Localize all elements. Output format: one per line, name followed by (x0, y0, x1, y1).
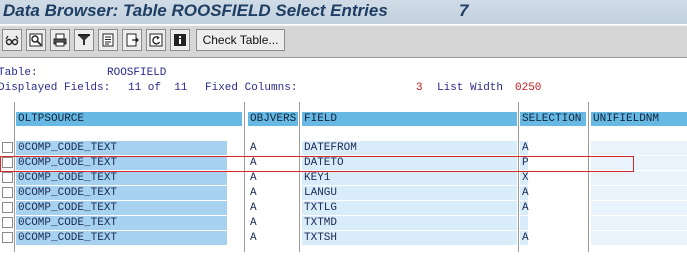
filter-button[interactable] (74, 29, 94, 51)
list-width-value: 0250 (515, 82, 542, 94)
info-icon (174, 34, 186, 46)
cell-oltpsource[interactable]: 0COMP_CODE_TEXT (16, 186, 227, 200)
row-highlight-box (0, 156, 634, 172)
cell-oltpsource[interactable]: 0COMP_CODE_TEXT (16, 231, 227, 245)
find-button[interactable] (26, 29, 46, 51)
cell-objvers[interactable]: A (248, 231, 298, 245)
cell-unifieldnm[interactable] (591, 171, 687, 185)
cell-field[interactable]: KEY1 (302, 171, 517, 185)
entry-count: 7 (459, 1, 469, 20)
displayed-fields-value: 11 of 11 (128, 82, 188, 94)
export-button[interactable] (122, 29, 142, 51)
cell-oltpsource[interactable]: 0COMP_CODE_TEXT (16, 201, 227, 215)
cell-unifieldnm[interactable] (591, 231, 687, 245)
cell-objvers[interactable]: A (248, 201, 298, 215)
display-details-button[interactable] (2, 29, 22, 51)
column-header-field[interactable]: FIELD (302, 112, 517, 126)
fixed-columns-label: Fixed Columns: (205, 82, 298, 94)
info-button[interactable] (170, 29, 190, 51)
cell-oltpsource[interactable]: 0COMP_CODE_TEXT (16, 171, 227, 185)
cell-selection[interactable]: A (520, 231, 529, 245)
cell-selection[interactable]: A (520, 141, 529, 155)
row-select-checkbox[interactable] (2, 202, 13, 213)
cell-unifieldnm[interactable] (591, 216, 687, 230)
column-header-selection[interactable]: SELECTION (520, 112, 586, 126)
cell-objvers[interactable]: A (248, 171, 298, 185)
print-button[interactable] (50, 29, 70, 51)
cell-unifieldnm[interactable] (591, 141, 687, 155)
cell-field[interactable]: DATEFROM (302, 141, 517, 155)
cell-oltpsource[interactable]: 0COMP_CODE_TEXT (16, 141, 227, 155)
export-icon (126, 33, 139, 47)
row-select-checkbox[interactable] (2, 187, 13, 198)
cell-selection[interactable]: A (520, 186, 529, 200)
refresh-icon (149, 33, 163, 47)
cell-objvers[interactable]: A (248, 186, 298, 200)
magnifier-icon (29, 33, 43, 47)
row-select-checkbox[interactable] (2, 142, 13, 153)
row-select-checkbox[interactable] (2, 232, 13, 243)
window-title: Data Browser: Table ROOSFIELD Select Ent… (3, 1, 388, 20)
cell-selection[interactable]: X (520, 171, 529, 185)
list-width-label: List Width (437, 82, 504, 94)
column-header-objvers[interactable]: OBJVERS (248, 112, 298, 126)
check-table-button[interactable]: Check Table... (196, 29, 285, 51)
cell-field[interactable]: LANGU (302, 186, 517, 200)
application-toolbar: Check Table... (0, 25, 687, 58)
displayed-fields-label: Displayed Fields: (0, 82, 111, 94)
column-divider (588, 102, 589, 252)
column-divider (14, 102, 15, 252)
row-select-checkbox[interactable] (2, 172, 13, 183)
sum-button[interactable] (98, 29, 118, 51)
column-header-oltpsource[interactable]: OLTPSOURCE (16, 112, 242, 126)
table-label: Table: (0, 67, 38, 79)
column-divider (518, 102, 519, 252)
cell-unifieldnm[interactable] (591, 186, 687, 200)
row-select-checkbox[interactable] (2, 217, 13, 228)
glasses-icon (5, 35, 19, 46)
column-header-unifieldnm[interactable]: UNIFIELDNM (591, 112, 687, 126)
column-divider (299, 102, 300, 252)
cell-field[interactable]: TXTLG (302, 201, 517, 215)
table-value: ROOSFIELD (107, 67, 167, 79)
cell-selection[interactable]: A (520, 201, 529, 215)
fixed-columns-value: 3 (416, 82, 423, 94)
column-divider (244, 102, 245, 252)
cell-field[interactable]: TXTSH (302, 231, 517, 245)
cell-unifieldnm[interactable] (591, 201, 687, 215)
cell-objvers[interactable]: A (248, 216, 298, 230)
cell-objvers[interactable]: A (248, 141, 298, 155)
cell-field[interactable]: TXTMD (302, 216, 517, 230)
print-icon (53, 33, 67, 47)
sum-icon (102, 33, 114, 47)
filter-icon (78, 34, 90, 45)
cell-oltpsource[interactable]: 0COMP_CODE_TEXT (16, 216, 227, 230)
cell-selection[interactable] (520, 216, 528, 230)
list-area: Table: ROOSFIELD Displayed Fields: 11 of… (0, 59, 687, 257)
refresh-button[interactable] (146, 29, 166, 51)
title-bar: Data Browser: Table ROOSFIELD Select Ent… (0, 0, 687, 24)
